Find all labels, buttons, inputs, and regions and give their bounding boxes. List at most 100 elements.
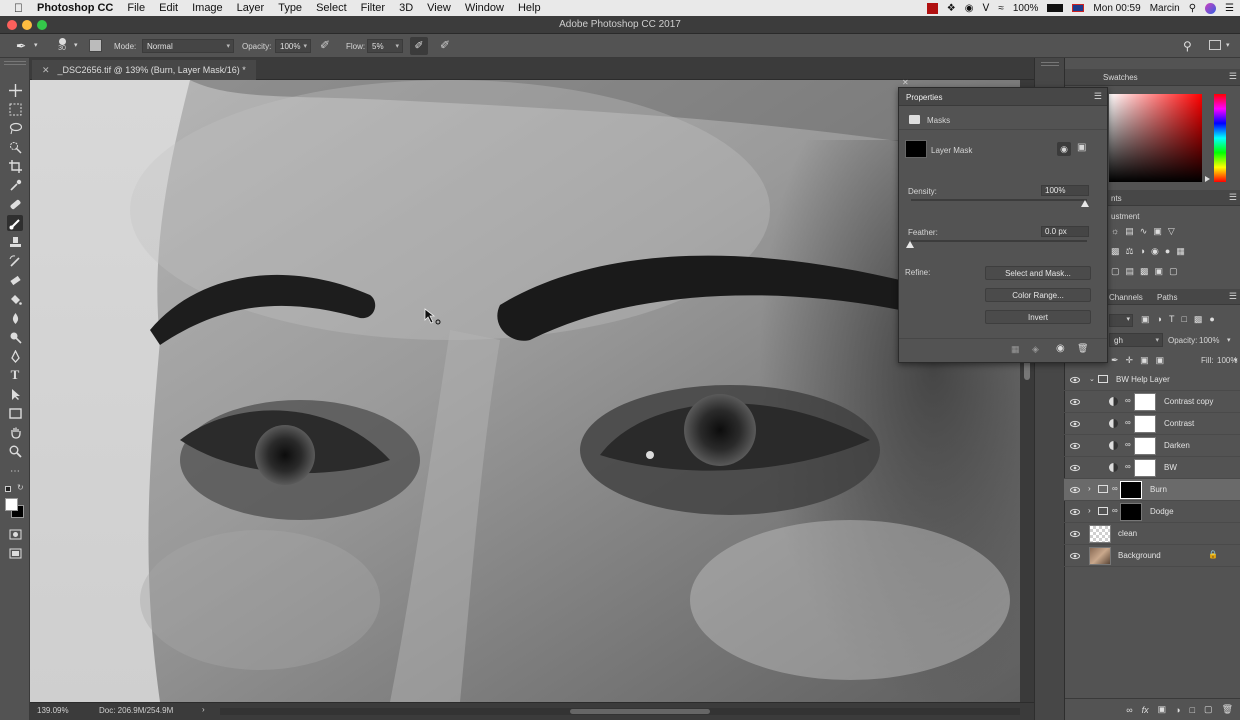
new-group-icon[interactable]: □: [1190, 705, 1195, 715]
lock-all-icon[interactable]: ▣: [1156, 355, 1165, 366]
density-slider-handle-icon[interactable]: [1081, 200, 1089, 207]
status-info-arrow-icon[interactable]: ›: [202, 705, 205, 714]
delete-mask-icon[interactable]: 🗑: [1077, 343, 1088, 354]
filter-pixel-icon[interactable]: ▣: [1141, 314, 1150, 325]
new-adjustment-layer-icon[interactable]: ◑: [1175, 705, 1180, 715]
wifi-icon[interactable]: ≈: [998, 3, 1004, 14]
chevron-down-icon[interactable]: ⌄: [1089, 375, 1095, 383]
notification-center-icon[interactable]: ☰: [1225, 3, 1234, 14]
menu-type[interactable]: Type: [271, 2, 309, 14]
select-pixel-mask-icon[interactable]: ◉: [1057, 142, 1071, 156]
lock-brush-icon[interactable]: ✒: [1111, 355, 1119, 366]
scroll-thumb[interactable]: [570, 709, 710, 714]
menu-view[interactable]: View: [420, 2, 458, 14]
brush-size-preview[interactable]: 30: [52, 36, 72, 56]
input-flag-icon[interactable]: [1072, 4, 1085, 12]
filter-toggle-icon[interactable]: ●: [1209, 314, 1214, 325]
default-colors-icon[interactable]: [5, 486, 11, 492]
close-icon[interactable]: ✕: [902, 78, 909, 87]
color-balance-icon[interactable]: ⚖: [1126, 246, 1134, 257]
posterize-icon[interactable]: ▤: [1126, 266, 1135, 277]
disable-mask-icon[interactable]: ◉: [1056, 343, 1065, 354]
tab-channels[interactable]: Channels: [1109, 293, 1143, 302]
swap-colors-icon[interactable]: ↻: [17, 483, 24, 492]
status-red-app-icon[interactable]: [926, 2, 938, 14]
menu-select[interactable]: Select: [309, 2, 354, 14]
filter-adjustment-icon[interactable]: ◑: [1157, 314, 1162, 325]
feather-slider-handle-icon[interactable]: [906, 241, 914, 248]
app-menu[interactable]: Photoshop CC: [30, 2, 120, 14]
layer-mask-thumbnail[interactable]: [1120, 503, 1142, 521]
layer-row-contrast-copy[interactable]: ∞ Contrast copy: [1064, 391, 1240, 413]
visibility-eye-icon[interactable]: [1070, 419, 1080, 429]
layer-row-background[interactable]: Background 🔒: [1064, 545, 1240, 567]
menu-window[interactable]: Window: [458, 2, 511, 14]
clone-stamp-tool-icon[interactable]: [7, 234, 23, 250]
user-name[interactable]: Marcin: [1150, 3, 1180, 14]
blend-mode-select[interactable]: Normal ▾: [142, 39, 234, 53]
panel-menu-icon[interactable]: ☰: [1229, 192, 1237, 203]
pressure-opacity-icon[interactable]: ✐: [320, 38, 330, 52]
filter-shape-icon[interactable]: □: [1181, 314, 1186, 325]
eraser-tool-icon[interactable]: [7, 272, 23, 288]
panel-menu-icon[interactable]: ☰: [1229, 71, 1237, 82]
hue-saturation-icon[interactable]: ▩: [1111, 246, 1120, 257]
apply-mask-icon[interactable]: ◈: [1032, 344, 1039, 355]
layer-row-bw-help-layer[interactable]: ⌄ BW Help Layer: [1064, 369, 1240, 391]
layer-thumbnail[interactable]: [1089, 547, 1111, 565]
menu-layer[interactable]: Layer: [230, 2, 272, 14]
move-tool-icon[interactable]: [7, 82, 23, 98]
layer-row-bw[interactable]: ∞ BW: [1064, 457, 1240, 479]
layer-row-burn[interactable]: › ∞ Burn: [1064, 479, 1240, 501]
chevron-down-icon[interactable]: ▾: [1226, 41, 1230, 49]
black-white-icon[interactable]: ◑: [1140, 246, 1145, 257]
dock-grip[interactable]: [1041, 62, 1059, 66]
bluetooth-icon[interactable]: ᐯ: [983, 3, 990, 14]
layer-thumbnail[interactable]: [1089, 525, 1111, 543]
zoom-level[interactable]: 139.09%: [37, 706, 69, 715]
add-vector-mask-icon[interactable]: ▣: [1077, 142, 1086, 153]
panel-menu-icon[interactable]: ☰: [1229, 291, 1237, 302]
selective-color-icon[interactable]: ▢: [1169, 266, 1178, 277]
brush-tool-icon[interactable]: [7, 215, 23, 231]
filter-type-icon[interactable]: T: [1169, 314, 1175, 325]
tab-adjustments[interactable]: nts: [1111, 194, 1122, 203]
layer-row-clean[interactable]: clean: [1064, 523, 1240, 545]
new-layer-icon[interactable]: ▢: [1204, 704, 1213, 715]
select-and-mask-button[interactable]: Select and Mask...: [985, 266, 1091, 280]
close-icon[interactable]: ✕: [42, 65, 50, 76]
visibility-eye-icon[interactable]: [1070, 551, 1080, 561]
mask-thumbnail[interactable]: [905, 140, 927, 158]
hue-slider-handle-icon[interactable]: [1205, 176, 1210, 182]
document-tab[interactable]: ✕ _DSC2656.tif @ 139% (Burn, Layer Mask/…: [32, 60, 256, 80]
brightness-contrast-icon[interactable]: ☼: [1111, 226, 1119, 237]
lock-position-icon[interactable]: ✛: [1126, 355, 1134, 366]
visibility-eye-icon[interactable]: [1070, 375, 1080, 385]
path-selection-tool-icon[interactable]: [7, 386, 23, 402]
script-icon[interactable]: ◉: [965, 3, 974, 14]
channel-mixer-icon[interactable]: ●: [1165, 246, 1170, 257]
apple-menu-icon[interactable]: : [0, 1, 30, 15]
chevron-right-icon[interactable]: ›: [1088, 484, 1091, 493]
add-mask-icon[interactable]: ▣: [1158, 704, 1167, 715]
brush-preset-dropdown-icon[interactable]: ▾: [34, 41, 38, 49]
chevron-right-icon[interactable]: ›: [1088, 506, 1091, 515]
workspace-switcher-icon[interactable]: [1209, 40, 1221, 50]
layer-mask-thumbnail[interactable]: [1134, 459, 1156, 477]
panel-menu-icon[interactable]: ☰: [1094, 91, 1102, 102]
chevron-down-icon[interactable]: ▾: [1227, 336, 1231, 344]
invert-button[interactable]: Invert: [985, 310, 1091, 324]
hue-slider[interactable]: [1214, 94, 1226, 182]
quick-selection-tool-icon[interactable]: [7, 139, 23, 155]
flow-input[interactable]: 5% ▾: [367, 39, 403, 53]
marquee-tool-icon[interactable]: [7, 101, 23, 117]
dropbox-icon[interactable]: ❖: [947, 3, 956, 14]
type-tool-icon[interactable]: T: [7, 367, 23, 383]
layer-row-contrast[interactable]: ∞ Contrast: [1064, 413, 1240, 435]
spotlight-search-icon[interactable]: ⚲: [1189, 3, 1196, 14]
visibility-eye-icon[interactable]: [1070, 529, 1080, 539]
exposure-icon[interactable]: ▣: [1153, 226, 1162, 237]
visibility-eye-icon[interactable]: [1070, 507, 1080, 517]
scroll-thumb[interactable]: [1024, 360, 1030, 380]
eyedropper-tool-icon[interactable]: [7, 177, 23, 193]
